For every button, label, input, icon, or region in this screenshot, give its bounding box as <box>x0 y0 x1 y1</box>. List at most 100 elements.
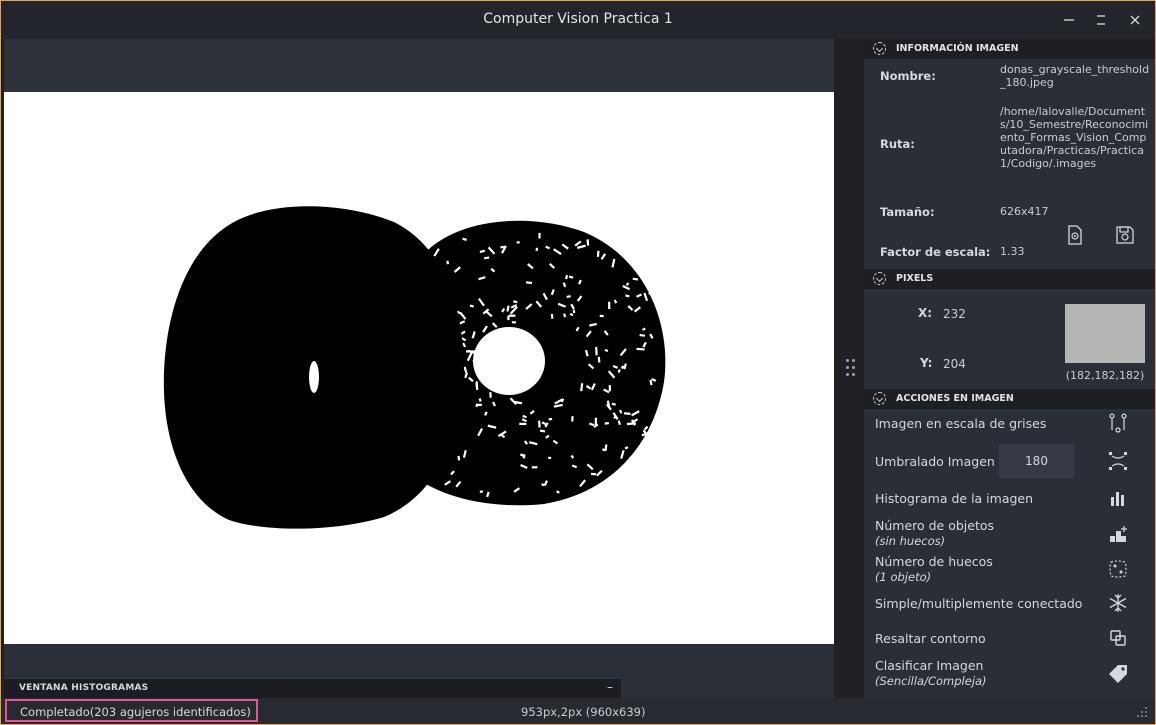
sprinkle <box>617 420 621 426</box>
sprinkle <box>604 348 609 353</box>
sprinkle <box>580 383 584 392</box>
classify-action-label: Clasificar Imagen (Sencilla/Compleja) <box>875 658 987 688</box>
pixel-x-value: 232 <box>943 307 966 321</box>
pixel-y-label: Y: <box>920 356 933 370</box>
sprinkle <box>541 483 545 487</box>
donuts-image <box>163 206 666 529</box>
tag-icon[interactable] <box>1107 663 1129 685</box>
cursor-coordinates: 953px,2px (960x639) <box>521 705 646 719</box>
snowflake-icon[interactable] <box>1107 592 1129 614</box>
sprinkle <box>469 304 475 308</box>
bar-chart-icon[interactable] <box>1107 487 1129 509</box>
holes-action-subtitle: (1 objeto) <box>875 570 932 584</box>
sprinkle <box>623 363 627 370</box>
sprinkle <box>626 422 636 426</box>
sprinkle <box>521 454 526 459</box>
name-label: Nombre: <box>880 69 936 83</box>
canvas-area <box>4 39 834 699</box>
sprinkle <box>478 398 482 402</box>
sprinkle <box>596 250 600 257</box>
sprinkle <box>513 300 518 304</box>
grayscale-icon[interactable] <box>1107 412 1129 434</box>
size-value: 626x417 <box>1000 205 1049 218</box>
close-icon[interactable] <box>1125 10 1145 30</box>
maximize-icon[interactable] <box>1091 10 1111 30</box>
sprinkle <box>565 274 569 280</box>
sprinkle <box>446 260 450 265</box>
histogram-dock-title: VENTANA HISTOGRAMAS <box>19 683 149 693</box>
holes-action-label: Número de huecos (1 objeto) <box>875 554 993 584</box>
scale-value: 1.33 <box>1000 245 1025 258</box>
sprinkle <box>479 249 486 254</box>
sprinkle <box>538 420 541 428</box>
pixels-section-title: PIXELS <box>896 273 934 284</box>
sprinkle <box>522 414 527 419</box>
pixel-rgb-value: (182,182,182) <box>1065 369 1145 382</box>
objects-action-subtitle: (sin huecos) <box>875 534 946 548</box>
holes-count-icon[interactable] <box>1107 558 1129 580</box>
sprinkle <box>617 247 626 254</box>
histogram-dock-minimize-button[interactable]: – <box>607 680 613 694</box>
sprinkle <box>586 239 590 246</box>
classify-action-subtitle: (Sencilla/Compleja) <box>875 674 987 688</box>
sprinkle <box>555 490 560 494</box>
connectivity-action-label: Simple/multiplemente conectado <box>875 596 1083 611</box>
sprinkle <box>652 265 659 275</box>
sprinkle <box>620 365 625 370</box>
threshold-icon[interactable] <box>1107 450 1129 472</box>
sprinkle <box>535 247 539 252</box>
histogram-action-label: Histograma de la imagen <box>875 491 1034 506</box>
sprinkle <box>462 237 467 241</box>
sprinkle <box>632 277 639 281</box>
threshold-value-input[interactable]: 180 <box>999 444 1074 478</box>
grayscale-action-label: Imagen en escala de grises <box>875 416 1047 431</box>
sprinkle <box>539 429 546 433</box>
sprinkle <box>566 295 571 298</box>
pixels-section-header[interactable]: PIXELS <box>864 269 1155 289</box>
window-title: Computer Vision Practica 1 <box>483 11 673 27</box>
histogram-dock[interactable]: VENTANA HISTOGRAMAS – <box>4 678 621 698</box>
name-value: donas_grayscale_threshold_180.jpeg <box>1000 63 1150 89</box>
sprinkle <box>589 322 597 327</box>
sprinkle <box>484 411 488 416</box>
sprinkle <box>619 409 623 414</box>
info-section-title: INFORMACIÓN IMAGEN <box>896 43 1019 54</box>
title-bar: Computer Vision Practica 1 <box>1 1 1155 39</box>
status-message: Completado(203 agujeros identificados) <box>5 699 258 722</box>
canvas-top-margin <box>4 39 834 92</box>
sprinkle <box>625 294 630 298</box>
sprinkle <box>628 456 632 461</box>
sprinkle <box>568 275 574 279</box>
sprinkle <box>641 432 648 437</box>
minimize-icon[interactable] <box>1059 10 1079 30</box>
collapse-icon[interactable] <box>873 392 886 405</box>
open-file-icon[interactable] <box>1064 224 1086 246</box>
thresholded-image-view[interactable] <box>4 92 834 644</box>
info-section-header[interactable]: INFORMACIÓN IMAGEN <box>864 39 1155 59</box>
sprinkle <box>623 412 631 415</box>
resize-grip-icon[interactable] <box>1135 707 1147 719</box>
collapse-icon[interactable] <box>873 42 886 55</box>
sprinkle <box>475 382 479 390</box>
collapse-icon[interactable] <box>873 272 886 285</box>
objects-action-title: Número de objetos <box>875 518 995 533</box>
sprinkle <box>624 446 629 450</box>
sprinkle <box>613 299 618 304</box>
sprinkle <box>475 403 479 408</box>
sprinkle <box>649 379 653 386</box>
objects-count-icon[interactable] <box>1107 524 1129 546</box>
splitter-grip-icon[interactable] <box>846 359 856 379</box>
scale-label: Factor de escala: <box>880 245 991 259</box>
contour-action-label: Resaltar contorno <box>875 631 986 646</box>
sprinkle <box>611 402 616 406</box>
sprinkle <box>604 421 609 425</box>
actions-section-header[interactable]: ACCIONES EN IMAGEN <box>864 389 1155 409</box>
path-label: Ruta: <box>880 137 915 151</box>
contour-icon[interactable] <box>1107 627 1129 649</box>
sprinkle <box>570 454 575 459</box>
panel-splitter[interactable] <box>836 39 864 699</box>
status-bar: Completado(203 agujeros identificados) 9… <box>1 698 1155 724</box>
save-icon[interactable] <box>1114 224 1136 246</box>
sprinkle <box>584 349 589 357</box>
sprinkle <box>484 256 490 260</box>
